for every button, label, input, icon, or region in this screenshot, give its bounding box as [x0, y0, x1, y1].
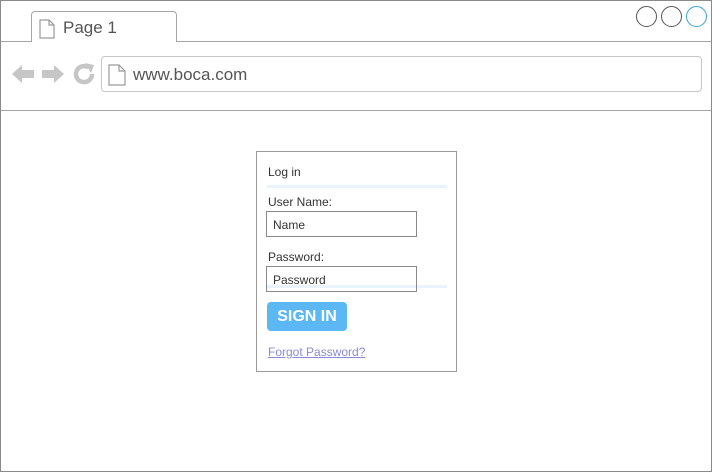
forgot-password-link[interactable]: Forgot Password? — [268, 345, 365, 359]
document-icon — [108, 64, 126, 91]
username-field[interactable]: Name — [266, 211, 417, 237]
toolbar-divider — [1, 110, 711, 111]
login-title: Log in — [268, 165, 301, 179]
sign-in-button[interactable]: SIGN IN — [267, 302, 347, 331]
browser-tab[interactable]: Page 1 — [31, 11, 177, 42]
browser-window: Page 1 www.boca.com Log in User Name: Na… — [0, 0, 712, 472]
title-divider — [267, 185, 447, 188]
password-label: Password: — [268, 250, 325, 264]
refresh-icon[interactable] — [72, 62, 96, 91]
username-label: User Name: — [268, 195, 333, 209]
window-control-button[interactable] — [686, 6, 707, 27]
window-control-button[interactable] — [636, 6, 657, 27]
window-control-button[interactable] — [661, 6, 682, 27]
address-bar[interactable]: www.boca.com — [101, 56, 702, 92]
forward-arrow-icon[interactable] — [41, 62, 65, 91]
url-text: www.boca.com — [133, 65, 248, 84]
login-panel: Log in User Name: Name Password: Passwor… — [256, 151, 457, 372]
back-arrow-icon[interactable] — [11, 62, 35, 91]
password-field[interactable]: Password — [266, 266, 417, 292]
tab-title: Page 1 — [63, 18, 117, 37]
document-icon — [39, 19, 55, 44]
